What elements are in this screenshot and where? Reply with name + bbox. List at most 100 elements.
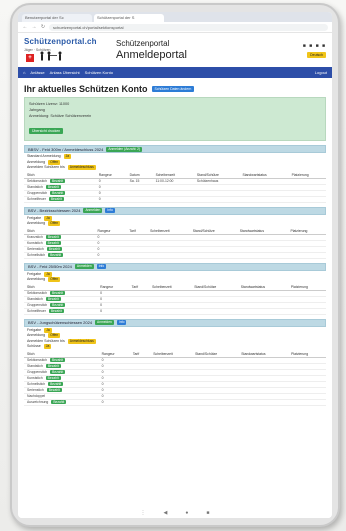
stich-cell: Schnellstich Bezahlt — [24, 252, 95, 259]
android-nav-bar: ⋮ ◀ ● ■ — [18, 508, 332, 518]
url-input[interactable]: schuetzenportal.ch/portal/sektionsportal — [49, 23, 328, 31]
info-line: Anmeldung: Schütze Schützenverein — [29, 114, 92, 118]
cell — [189, 252, 237, 259]
meta-badge: Anmeldeschluss — [67, 165, 96, 171]
status-badge: Bezahlt — [51, 399, 67, 404]
meta-row: Schüsse Ja — [27, 344, 323, 350]
swiss-flag-icon: + — [26, 54, 34, 62]
portal-name: Schützenportal — [116, 39, 170, 48]
cell: 0 — [95, 196, 127, 203]
browser-tab[interactable]: Benutzerportal der Sc — [22, 14, 92, 22]
cell — [150, 399, 193, 406]
cell — [191, 308, 238, 315]
stich-cell: Schnellfeuer Bezahlt — [24, 308, 98, 315]
nav-item-anlass-uebersicht[interactable]: Anlass Übersicht — [50, 70, 80, 75]
nav-item-schuetzen-konto[interactable]: Schützen Konto — [85, 70, 113, 75]
event-section: BBSV - Feld 300m / Anmeldeschluss 2024 A… — [24, 145, 326, 203]
home-icon[interactable]: ⌂ — [23, 70, 25, 75]
back-icon[interactable]: ← — [22, 24, 28, 30]
stich-name: Gruppenstich — [27, 369, 48, 374]
meta-label: Anmelden Schützen bis — [27, 165, 65, 169]
status-badge: Bezahlt — [45, 296, 61, 301]
section-header: BSV - Feld 25/50m 2024 Anmelden Info — [24, 262, 326, 271]
meta-label: Anmeldung — [27, 221, 46, 225]
header-tools: ■ ■ ■ ■ Deutsch — [303, 43, 326, 58]
cell — [239, 196, 289, 203]
section-header: BSV - Bezirksschiessen 2024 Anmelden Info — [24, 206, 326, 215]
site-logo[interactable]: Schützenportal.ch Jäger · Schützen + — [24, 35, 106, 65]
info-button[interactable]: Info — [116, 320, 127, 325]
status-badge: Bezahlt — [49, 178, 65, 183]
status-badge: Bezahlt — [45, 375, 61, 380]
event-section: BSV - Jungschützenschiessen 2024 Anmelde… — [24, 318, 326, 406]
account-title: Ihr aktuelles Schützen Konto — [24, 84, 148, 94]
meta-label: Anmeldung — [27, 277, 46, 281]
status-badge: Bezahlt — [49, 290, 65, 295]
meta-badge: Ja — [44, 215, 52, 221]
forward-icon[interactable]: → — [31, 24, 37, 30]
print-overview-button[interactable]: Übersicht drucken — [29, 128, 64, 134]
meta-badge: Offen — [48, 159, 61, 165]
android-recent-icon[interactable]: ■ — [206, 510, 209, 516]
stich-name: Kranzstich — [27, 234, 43, 239]
edit-data-button[interactable]: Schützen Daten ändern — [151, 86, 195, 92]
meta-badge: Anmeldeschluss — [67, 338, 96, 344]
cell — [128, 308, 150, 315]
status-badge: Bezahlt — [45, 240, 61, 245]
register-button[interactable]: Anmelden (Anzahl: 2) — [106, 146, 143, 152]
site-header: Schützenportal.ch Jäger · Schützen + Sch… — [18, 33, 332, 67]
section-table: Stich Rangeur Datum Scheibenzeit Stand/Schüt… — [24, 171, 326, 203]
meta-row: Anmeldung Offen — [27, 221, 323, 227]
section-title: BSV - Feld 25/50m 2024 — [28, 264, 72, 269]
meta-badge: Offen — [48, 333, 61, 339]
cell — [288, 196, 326, 203]
android-back-icon[interactable]: ◀ — [164, 510, 168, 516]
section-meta: Freigabe Ja Anmeldung Offen Anmelden Sch… — [24, 327, 326, 351]
stich-name: Gruppenstich — [27, 190, 48, 195]
meta-label: Schüsse — [27, 344, 41, 348]
logout-link[interactable]: Logout — [315, 70, 327, 75]
android-home-icon[interactable]: ● — [185, 510, 188, 516]
event-section: BSV - Bezirksschiessen 2024 Anmelden Info… — [24, 206, 326, 259]
meta-badge: Offen — [48, 277, 61, 283]
section-title: BSV - Jungschützenschiessen 2024 — [28, 320, 93, 325]
info-button[interactable]: Info — [96, 264, 107, 269]
register-button[interactable]: Anmelden — [95, 320, 114, 325]
cell — [192, 399, 239, 406]
section-table: Stich Rangeur Tarif Scheibenzeit Stand/Schüt… — [24, 227, 326, 259]
register-button[interactable]: Anmelden — [83, 208, 103, 213]
section-meta: Freigabe Ja Anmeldung Offen — [24, 215, 326, 228]
account-info-box: Schützen Lizenz: 11000 Jahrgang Anmeldun… — [24, 97, 326, 141]
stich-cell: Schnellfeuer Bezahlt — [24, 196, 96, 203]
stich-name: Kunststich — [27, 375, 43, 380]
reload-icon[interactable]: ↻ — [40, 24, 46, 30]
stich-name: Sektionsstich — [27, 357, 47, 362]
page-title: Anmeldeportal — [116, 49, 187, 61]
info-button[interactable]: Info — [105, 208, 115, 213]
meta-badge: Ja — [63, 154, 72, 160]
browser-tab-active[interactable]: Schützenportal der S — [94, 14, 164, 22]
main-navbar: ⌂ Anlässe Anlass Übersicht Schützen Kont… — [18, 67, 332, 78]
status-badge: Bezahlt — [45, 234, 61, 239]
meta-row: Anmelden Schützen bis Anmeldeschluss — [27, 165, 323, 171]
stich-name: Sektionsstich — [27, 178, 47, 183]
language-badge[interactable]: Deutsch — [307, 51, 326, 58]
meta-badge: Ja — [44, 327, 52, 333]
register-button[interactable]: Anmelden — [74, 264, 94, 269]
table-row: Schnellstich Bezahlt 0 — [24, 252, 326, 259]
stich-name: Standstich — [27, 184, 43, 189]
menu-icon[interactable]: ■ ■ ■ ■ — [303, 43, 326, 49]
section-header: BBSV - Feld 300m / Anmeldeschluss 2024 A… — [24, 145, 326, 153]
stich-name: Schnellfeuer — [27, 308, 46, 313]
nav-extra-icon[interactable]: ⋮ — [141, 510, 146, 516]
browser-tab-strip: Benutzerportal der Sc Schützenportal der… — [18, 12, 332, 22]
stich-name: Serienstich — [27, 387, 44, 392]
cell — [126, 252, 148, 259]
status-badge: Bezahlt — [49, 357, 65, 362]
event-section: BSV - Feld 25/50m 2024 Anmelden Info Frei… — [24, 262, 326, 315]
cell — [287, 252, 326, 259]
status-badge: Bezahlt — [46, 387, 62, 392]
portal-titles: Schützenportal Anmeldeportal — [116, 39, 187, 61]
nav-item-anlaesse[interactable]: Anlässe — [30, 70, 44, 75]
stich-name: Nachdoppel — [27, 394, 46, 398]
